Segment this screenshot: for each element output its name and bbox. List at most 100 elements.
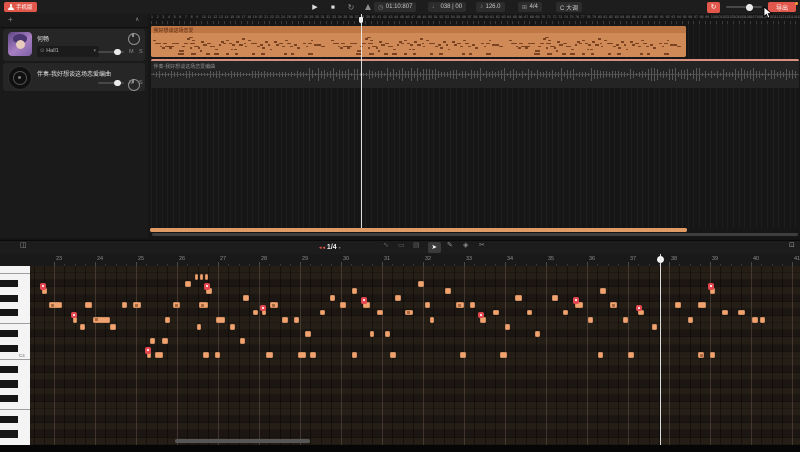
midi-note[interactable] bbox=[352, 352, 357, 358]
piano-key-black[interactable] bbox=[0, 395, 18, 402]
midi-note[interactable] bbox=[395, 295, 401, 301]
midi-note[interactable] bbox=[230, 324, 235, 330]
midi-note[interactable] bbox=[456, 302, 464, 308]
time-display[interactable]: ◷ 01:10:807 bbox=[374, 2, 416, 12]
piano-key-black[interactable] bbox=[0, 345, 18, 352]
piano-roll-scrollbar[interactable] bbox=[175, 439, 310, 443]
piano-key-black[interactable] bbox=[0, 280, 18, 287]
collapse-panel-button[interactable]: ∧ bbox=[135, 16, 139, 23]
eraser-tool[interactable]: ◈ bbox=[463, 241, 468, 249]
midi-note[interactable] bbox=[588, 317, 593, 323]
pitch-curve-tool[interactable]: ∿ bbox=[383, 241, 389, 249]
midi-note[interactable] bbox=[652, 324, 657, 330]
tempo-display[interactable]: ♪ 126.0 bbox=[476, 2, 505, 12]
piano-key-black[interactable] bbox=[0, 416, 18, 423]
midi-note[interactable] bbox=[418, 281, 424, 287]
midi-note[interactable] bbox=[527, 310, 532, 316]
midi-note[interactable] bbox=[390, 352, 396, 358]
piano-roll-playhead[interactable] bbox=[660, 254, 661, 445]
piano-key-black[interactable] bbox=[0, 380, 18, 387]
time-signature-display[interactable]: ⊞ 4/4 bbox=[518, 2, 542, 12]
midi-note[interactable] bbox=[215, 352, 220, 358]
midi-note[interactable] bbox=[722, 310, 728, 316]
loop-button[interactable]: ↻ bbox=[344, 0, 358, 14]
midi-note[interactable] bbox=[698, 352, 704, 358]
midi-note[interactable] bbox=[598, 352, 603, 358]
midi-note[interactable] bbox=[243, 295, 249, 301]
midi-note[interactable] bbox=[493, 310, 499, 316]
midi-note[interactable] bbox=[500, 352, 507, 358]
midi-note[interactable] bbox=[760, 317, 765, 323]
pitch-marker[interactable] bbox=[71, 312, 77, 319]
piano-key-black[interactable] bbox=[0, 430, 18, 437]
piano-keyboard[interactable]: C4 bbox=[0, 266, 30, 445]
quantize-control[interactable]: ◄◄ 1/4 ▾ bbox=[318, 241, 341, 253]
midi-note[interactable] bbox=[205, 274, 208, 280]
midi-note[interactable] bbox=[470, 302, 475, 308]
pitch-marker[interactable] bbox=[145, 347, 151, 354]
midi-note[interactable] bbox=[610, 302, 617, 308]
piano-roll-ruler[interactable]: 23242526272829303132333435363738394041 bbox=[0, 254, 800, 268]
midi-note[interactable] bbox=[623, 317, 628, 323]
midi-note[interactable] bbox=[752, 317, 758, 323]
loop-range-bar[interactable] bbox=[150, 228, 687, 232]
pointer-tool-selected[interactable]: ➤ bbox=[428, 242, 441, 253]
midi-note[interactable] bbox=[552, 295, 558, 301]
midi-note[interactable] bbox=[698, 302, 706, 308]
midi-note[interactable] bbox=[385, 331, 390, 337]
midi-note[interactable] bbox=[600, 288, 606, 294]
midi-note[interactable] bbox=[49, 302, 62, 308]
midi-note[interactable] bbox=[165, 317, 170, 323]
scroll-lock-icon[interactable]: ◫ bbox=[20, 241, 27, 249]
vocal-midi-clip[interactable]: 我好想谈这场恋爱 bbox=[151, 26, 686, 58]
midi-note[interactable] bbox=[195, 274, 198, 280]
pitch-marker[interactable] bbox=[636, 305, 642, 312]
midi-note[interactable] bbox=[330, 295, 335, 301]
pitch-marker[interactable] bbox=[40, 283, 46, 290]
midi-note[interactable] bbox=[305, 331, 311, 337]
midi-note[interactable] bbox=[430, 317, 434, 323]
midi-note[interactable] bbox=[240, 338, 245, 344]
midi-note[interactable] bbox=[266, 352, 273, 358]
midi-note[interactable] bbox=[122, 302, 127, 308]
midi-note[interactable] bbox=[310, 352, 316, 358]
midi-note[interactable] bbox=[93, 317, 110, 323]
midi-note[interactable] bbox=[200, 274, 203, 280]
midi-note[interactable] bbox=[199, 302, 208, 308]
pitch-marker[interactable] bbox=[478, 312, 484, 319]
piano-view-tool[interactable]: ▤ bbox=[413, 241, 420, 249]
piano-key-black[interactable] bbox=[0, 366, 18, 373]
midi-note[interactable] bbox=[445, 288, 451, 294]
midi-note[interactable] bbox=[688, 317, 693, 323]
midi-note[interactable] bbox=[425, 302, 430, 308]
midi-note[interactable] bbox=[515, 295, 522, 301]
midi-note[interactable] bbox=[133, 302, 141, 308]
midi-note[interactable] bbox=[675, 302, 681, 308]
regenerate-button[interactable]: ↻ bbox=[707, 2, 720, 13]
metronome-button[interactable] bbox=[361, 0, 375, 14]
midi-note[interactable] bbox=[253, 310, 258, 316]
note-grid[interactable] bbox=[30, 266, 800, 445]
midi-note[interactable] bbox=[270, 302, 278, 308]
midi-note[interactable] bbox=[377, 310, 383, 316]
pitch-marker[interactable] bbox=[708, 283, 714, 290]
midi-note[interactable] bbox=[535, 331, 540, 337]
accompaniment-audio-clip[interactable]: 伴奏-我好想谈这场恋爱编曲 bbox=[151, 59, 799, 89]
master-volume-knob[interactable] bbox=[746, 4, 753, 11]
stop-button[interactable]: ■ bbox=[326, 0, 340, 14]
piano-key-black[interactable] bbox=[0, 309, 18, 316]
play-button[interactable]: ▶ bbox=[308, 0, 322, 14]
pitch-marker[interactable] bbox=[573, 297, 579, 304]
midi-note[interactable] bbox=[282, 317, 288, 323]
midi-note[interactable] bbox=[197, 324, 201, 330]
expand-editor-button[interactable]: ⊡ bbox=[789, 241, 795, 249]
midi-note[interactable] bbox=[155, 352, 163, 358]
midi-note[interactable] bbox=[505, 324, 510, 330]
midi-note[interactable] bbox=[405, 310, 413, 316]
midi-note[interactable] bbox=[150, 338, 155, 344]
midi-note[interactable] bbox=[298, 352, 306, 358]
midi-note[interactable] bbox=[162, 338, 168, 344]
arrangement-ruler[interactable]: 1234567891011121314151617181920212223242… bbox=[148, 14, 800, 24]
pitch-marker[interactable] bbox=[260, 305, 266, 312]
midi-note[interactable] bbox=[340, 302, 346, 308]
